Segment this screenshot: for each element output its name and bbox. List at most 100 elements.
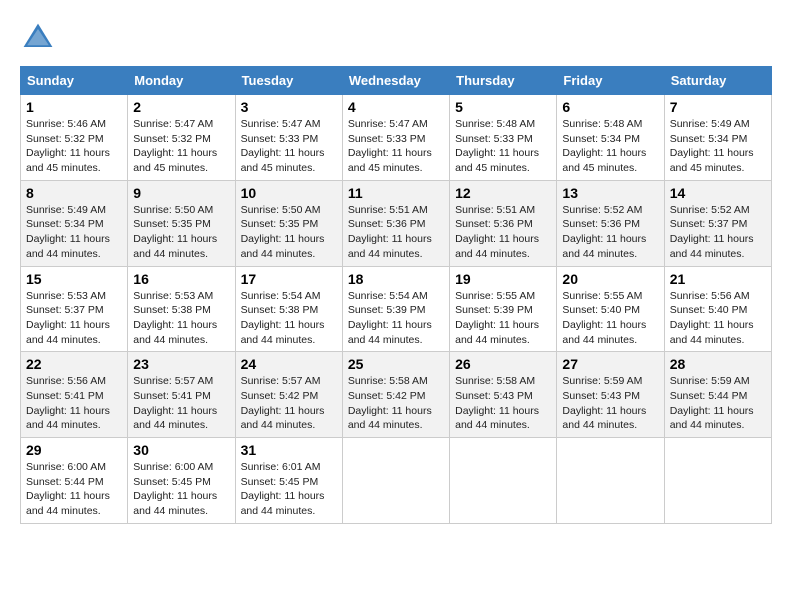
day-info: Sunrise: 5:59 AM Sunset: 5:43 PM Dayligh…	[562, 374, 658, 433]
page-header	[20, 20, 772, 56]
calendar-table: SundayMondayTuesdayWednesdayThursdayFrid…	[20, 66, 772, 524]
day-number: 19	[455, 271, 551, 287]
day-info: Sunrise: 5:53 AM Sunset: 5:37 PM Dayligh…	[26, 289, 122, 348]
day-number: 24	[241, 356, 337, 372]
column-header-sunday: Sunday	[21, 67, 128, 95]
calendar-cell: 29 Sunrise: 6:00 AM Sunset: 5:44 PM Dayli…	[21, 438, 128, 524]
day-info: Sunrise: 5:50 AM Sunset: 5:35 PM Dayligh…	[133, 203, 229, 262]
column-header-tuesday: Tuesday	[235, 67, 342, 95]
day-number: 16	[133, 271, 229, 287]
day-info: Sunrise: 5:54 AM Sunset: 5:38 PM Dayligh…	[241, 289, 337, 348]
calendar-cell: 12Sunrise: 5:51 AM Sunset: 5:36 PM Dayli…	[450, 180, 557, 266]
calendar-cell: 21Sunrise: 5:56 AM Sunset: 5:40 PM Dayli…	[664, 266, 771, 352]
day-info: Sunrise: 5:59 AM Sunset: 5:44 PM Dayligh…	[670, 374, 766, 433]
day-info: Sunrise: 5:57 AM Sunset: 5:41 PM Dayligh…	[133, 374, 229, 433]
calendar-cell: 16 Sunrise: 5:53 AM Sunset: 5:38 PM Dayli…	[128, 266, 235, 352]
day-number: 28	[670, 356, 766, 372]
day-number: 5	[455, 99, 551, 115]
day-number: 29	[26, 442, 122, 458]
day-number: 15	[26, 271, 122, 287]
column-header-thursday: Thursday	[450, 67, 557, 95]
day-info: Sunrise: 5:56 AM Sunset: 5:41 PM Dayligh…	[26, 374, 122, 433]
calendar-cell: 26 Sunrise: 5:58 AM Sunset: 5:43 PM Dayli…	[450, 352, 557, 438]
column-header-monday: Monday	[128, 67, 235, 95]
day-number: 13	[562, 185, 658, 201]
day-info: Sunrise: 5:58 AM Sunset: 5:42 PM Dayligh…	[348, 374, 444, 433]
calendar-cell: 17 Sunrise: 5:54 AM Sunset: 5:38 PM Dayli…	[235, 266, 342, 352]
day-info: Sunrise: 5:58 AM Sunset: 5:43 PM Dayligh…	[455, 374, 551, 433]
day-number: 9	[133, 185, 229, 201]
day-info: Sunrise: 5:56 AM Sunset: 5:40 PM Dayligh…	[670, 289, 766, 348]
calendar-cell: 25 Sunrise: 5:58 AM Sunset: 5:42 PM Dayli…	[342, 352, 449, 438]
day-info: Sunrise: 6:00 AM Sunset: 5:45 PM Dayligh…	[133, 460, 229, 519]
day-info: Sunrise: 5:46 AM Sunset: 5:32 PM Dayligh…	[26, 117, 122, 176]
calendar-cell: 19 Sunrise: 5:55 AM Sunset: 5:39 PM Dayli…	[450, 266, 557, 352]
calendar-cell	[342, 438, 449, 524]
calendar-cell: 13 Sunrise: 5:52 AM Sunset: 5:36 PM Dayli…	[557, 180, 664, 266]
day-info: Sunrise: 5:49 AM Sunset: 5:34 PM Dayligh…	[670, 117, 766, 176]
day-number: 11	[348, 185, 444, 201]
day-info: Sunrise: 5:55 AM Sunset: 5:40 PM Dayligh…	[562, 289, 658, 348]
column-header-wednesday: Wednesday	[342, 67, 449, 95]
logo	[20, 20, 62, 56]
calendar-cell: 4 Sunrise: 5:47 AM Sunset: 5:33 PM Daylig…	[342, 95, 449, 181]
calendar-cell: 30 Sunrise: 6:00 AM Sunset: 5:45 PM Dayli…	[128, 438, 235, 524]
calendar-cell: 11 Sunrise: 5:51 AM Sunset: 5:36 PM Dayli…	[342, 180, 449, 266]
day-info: Sunrise: 6:01 AM Sunset: 5:45 PM Dayligh…	[241, 460, 337, 519]
calendar-cell: 15 Sunrise: 5:53 AM Sunset: 5:37 PM Dayli…	[21, 266, 128, 352]
column-header-friday: Friday	[557, 67, 664, 95]
calendar-cell: 7 Sunrise: 5:49 AM Sunset: 5:34 PM Daylig…	[664, 95, 771, 181]
day-info: Sunrise: 5:47 AM Sunset: 5:32 PM Dayligh…	[133, 117, 229, 176]
day-number: 30	[133, 442, 229, 458]
calendar-cell: 24 Sunrise: 5:57 AM Sunset: 5:42 PM Dayli…	[235, 352, 342, 438]
day-number: 22	[26, 356, 122, 372]
day-number: 14	[670, 185, 766, 201]
day-info: Sunrise: 5:51 AM Sunset: 5:36 PM Dayligh…	[348, 203, 444, 262]
calendar-cell: 14 Sunrise: 5:52 AM Sunset: 5:37 PM Dayli…	[664, 180, 771, 266]
calendar-cell: 27Sunrise: 5:59 AM Sunset: 5:43 PM Dayli…	[557, 352, 664, 438]
calendar-cell	[450, 438, 557, 524]
day-number: 20	[562, 271, 658, 287]
calendar-cell: 3 Sunrise: 5:47 AM Sunset: 5:33 PM Daylig…	[235, 95, 342, 181]
calendar-cell: 18Sunrise: 5:54 AM Sunset: 5:39 PM Dayli…	[342, 266, 449, 352]
day-info: Sunrise: 5:53 AM Sunset: 5:38 PM Dayligh…	[133, 289, 229, 348]
day-number: 17	[241, 271, 337, 287]
calendar-cell: 23 Sunrise: 5:57 AM Sunset: 5:41 PM Dayli…	[128, 352, 235, 438]
day-number: 12	[455, 185, 551, 201]
calendar-cell: 5 Sunrise: 5:48 AM Sunset: 5:33 PM Daylig…	[450, 95, 557, 181]
day-number: 26	[455, 356, 551, 372]
day-info: Sunrise: 5:57 AM Sunset: 5:42 PM Dayligh…	[241, 374, 337, 433]
day-number: 23	[133, 356, 229, 372]
calendar-week-row: 1 Sunrise: 5:46 AM Sunset: 5:32 PM Daylig…	[21, 95, 772, 181]
day-info: Sunrise: 5:52 AM Sunset: 5:36 PM Dayligh…	[562, 203, 658, 262]
day-info: Sunrise: 5:48 AM Sunset: 5:33 PM Dayligh…	[455, 117, 551, 176]
logo-icon	[20, 20, 56, 56]
day-number: 4	[348, 99, 444, 115]
calendar-week-row: 29 Sunrise: 6:00 AM Sunset: 5:44 PM Dayli…	[21, 438, 772, 524]
day-number: 25	[348, 356, 444, 372]
calendar-cell: 6Sunrise: 5:48 AM Sunset: 5:34 PM Daylig…	[557, 95, 664, 181]
day-number: 1	[26, 99, 122, 115]
day-number: 31	[241, 442, 337, 458]
day-info: Sunrise: 5:49 AM Sunset: 5:34 PM Dayligh…	[26, 203, 122, 262]
calendar-week-row: 22 Sunrise: 5:56 AM Sunset: 5:41 PM Dayli…	[21, 352, 772, 438]
day-info: Sunrise: 6:00 AM Sunset: 5:44 PM Dayligh…	[26, 460, 122, 519]
day-number: 10	[241, 185, 337, 201]
calendar-header-row: SundayMondayTuesdayWednesdayThursdayFrid…	[21, 67, 772, 95]
day-number: 18	[348, 271, 444, 287]
day-info: Sunrise: 5:47 AM Sunset: 5:33 PM Dayligh…	[241, 117, 337, 176]
calendar-cell: 22 Sunrise: 5:56 AM Sunset: 5:41 PM Dayli…	[21, 352, 128, 438]
calendar-cell: 8Sunrise: 5:49 AM Sunset: 5:34 PM Daylig…	[21, 180, 128, 266]
calendar-cell: 31 Sunrise: 6:01 AM Sunset: 5:45 PM Dayli…	[235, 438, 342, 524]
calendar-cell: 10Sunrise: 5:50 AM Sunset: 5:35 PM Dayli…	[235, 180, 342, 266]
calendar-week-row: 8Sunrise: 5:49 AM Sunset: 5:34 PM Daylig…	[21, 180, 772, 266]
calendar-cell: 9 Sunrise: 5:50 AM Sunset: 5:35 PM Daylig…	[128, 180, 235, 266]
day-info: Sunrise: 5:47 AM Sunset: 5:33 PM Dayligh…	[348, 117, 444, 176]
calendar-cell: 2Sunrise: 5:47 AM Sunset: 5:32 PM Daylig…	[128, 95, 235, 181]
day-info: Sunrise: 5:52 AM Sunset: 5:37 PM Dayligh…	[670, 203, 766, 262]
calendar-week-row: 15 Sunrise: 5:53 AM Sunset: 5:37 PM Dayli…	[21, 266, 772, 352]
day-number: 3	[241, 99, 337, 115]
calendar-cell	[557, 438, 664, 524]
day-info: Sunrise: 5:55 AM Sunset: 5:39 PM Dayligh…	[455, 289, 551, 348]
day-number: 7	[670, 99, 766, 115]
